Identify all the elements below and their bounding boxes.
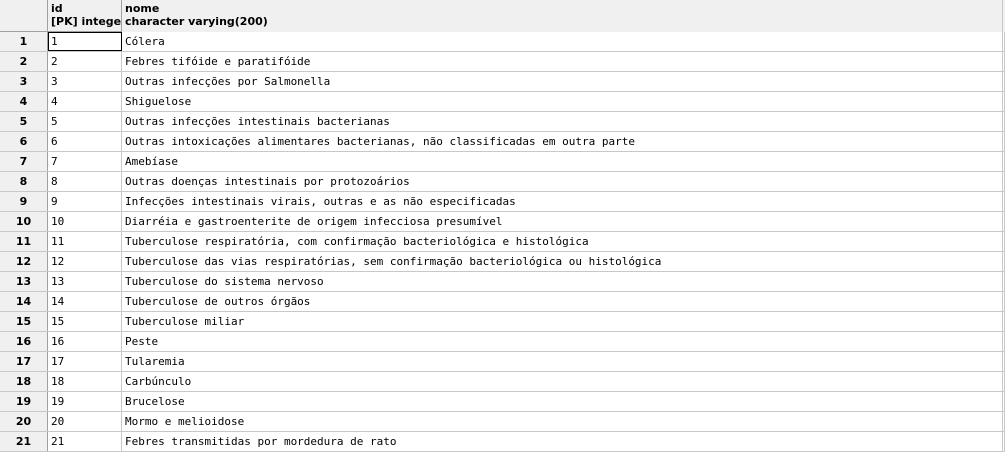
row-number[interactable]: 11 [0, 232, 48, 251]
table-row[interactable]: 4 4 Shiguelose [0, 92, 1005, 112]
table-row[interactable]: 8 8 Outras doenças intestinais por protozo… [0, 172, 1005, 192]
cell-id[interactable]: 21 [48, 432, 122, 451]
table-row[interactable]: 2 2 Febres tifóide e paratifóide [0, 52, 1005, 72]
row-number[interactable]: 18 [0, 372, 48, 391]
row-number[interactable]: 2 [0, 52, 48, 71]
table-row[interactable]: 17 17 Tularemia [0, 352, 1005, 372]
row-number[interactable]: 1 [0, 32, 48, 51]
column-name: id [51, 2, 63, 15]
table-row[interactable]: 10 10 Diarréia e gastroenterite de origem … [0, 212, 1005, 232]
row-number[interactable]: 19 [0, 392, 48, 411]
cell-id[interactable]: 4 [48, 92, 122, 111]
row-number[interactable]: 15 [0, 312, 48, 331]
grid-header: id [PK] integer nome character varying(2… [0, 0, 1005, 32]
cell-id[interactable]: 7 [48, 152, 122, 171]
table-row[interactable]: 16 16 Peste [0, 332, 1005, 352]
cell-id[interactable]: 6 [48, 132, 122, 151]
cell-nome[interactable]: Tularemia [122, 352, 1005, 371]
cell-nome[interactable]: Tuberculose do sistema nervoso [122, 272, 1005, 291]
row-number[interactable]: 4 [0, 92, 48, 111]
row-number[interactable]: 3 [0, 72, 48, 91]
row-number[interactable]: 17 [0, 352, 48, 371]
row-number[interactable]: 9 [0, 192, 48, 211]
table-row[interactable]: 1 1 Cólera [0, 32, 1005, 52]
cell-nome[interactable]: Brucelose [122, 392, 1005, 411]
cell-nome[interactable]: Febres transmitidas por mordedura de rat… [122, 432, 1005, 451]
cell-id[interactable]: 10 [48, 212, 122, 231]
table-row[interactable]: 9 9 Infecções intestinais virais, outras e… [0, 192, 1005, 212]
cell-nome[interactable]: Cólera [122, 32, 1005, 51]
cell-id[interactable]: 1 [48, 32, 122, 51]
row-number[interactable]: 6 [0, 132, 48, 151]
table-row[interactable]: 20 20 Mormo e melioidose [0, 412, 1005, 432]
table-row[interactable]: 14 14 Tuberculose de outros órgãos [0, 292, 1005, 312]
cell-id[interactable]: 9 [48, 192, 122, 211]
cell-id[interactable]: 19 [48, 392, 122, 411]
cell-nome[interactable]: Carbúnculo [122, 372, 1005, 391]
cell-nome[interactable]: Mormo e melioidose [122, 412, 1005, 431]
cell-nome[interactable]: Outras infecções intestinais bacterianas [122, 112, 1005, 131]
row-number[interactable]: 10 [0, 212, 48, 231]
table-row[interactable]: 18 18 Carbúnculo [0, 372, 1005, 392]
table-row[interactable]: 15 15 Tuberculose miliar [0, 312, 1005, 332]
cell-nome[interactable]: Amebíase [122, 152, 1005, 171]
column-header-nome[interactable]: nome character varying(200) [122, 0, 1005, 32]
cell-id[interactable]: 11 [48, 232, 122, 251]
cell-id[interactable]: 14 [48, 292, 122, 311]
table-row[interactable]: 19 19 Brucelose [0, 392, 1005, 412]
table-row[interactable]: 6 6 Outras intoxicações alimentares bacter… [0, 132, 1005, 152]
cell-nome[interactable]: Peste [122, 332, 1005, 351]
cell-id[interactable]: 17 [48, 352, 122, 371]
cell-nome[interactable]: Tuberculose respiratória, com confirmaçã… [122, 232, 1005, 251]
row-number[interactable]: 12 [0, 252, 48, 271]
cell-id[interactable]: 8 [48, 172, 122, 191]
table-row[interactable]: 11 11 Tuberculose respiratória, com confir… [0, 232, 1005, 252]
cell-nome[interactable]: Outras infecções por Salmonella [122, 72, 1005, 91]
cell-id[interactable]: 18 [48, 372, 122, 391]
cell-nome[interactable]: Diarréia e gastroenterite de origem infe… [122, 212, 1005, 231]
row-number[interactable]: 16 [0, 332, 48, 351]
table-row[interactable]: 3 3 Outras infecções por Salmonella [0, 72, 1005, 92]
row-number[interactable]: 14 [0, 292, 48, 311]
row-number[interactable]: 20 [0, 412, 48, 431]
cell-id[interactable]: 13 [48, 272, 122, 291]
row-number[interactable]: 21 [0, 432, 48, 451]
column-type: [PK] integer [51, 15, 122, 28]
table-row[interactable]: 13 13 Tuberculose do sistema nervoso [0, 272, 1005, 292]
select-all-corner[interactable] [0, 0, 48, 32]
cell-nome[interactable]: Outras doenças intestinais por protozoár… [122, 172, 1005, 191]
cell-nome[interactable]: Tuberculose das vias respiratórias, sem … [122, 252, 1005, 271]
column-header-id[interactable]: id [PK] integer [48, 0, 122, 32]
data-grid: id [PK] integer nome character varying(2… [0, 0, 1005, 452]
table-row[interactable]: 5 5 Outras infecções intestinais bacterian… [0, 112, 1005, 132]
cell-nome[interactable]: Shiguelose [122, 92, 1005, 111]
cell-id[interactable]: 16 [48, 332, 122, 351]
cell-nome[interactable]: Outras intoxicações alimentares bacteria… [122, 132, 1005, 151]
row-number[interactable]: 7 [0, 152, 48, 171]
table-row[interactable]: 12 12 Tuberculose das vias respiratórias, … [0, 252, 1005, 272]
column-type: character varying(200) [125, 15, 268, 28]
row-number[interactable]: 13 [0, 272, 48, 291]
cell-id[interactable]: 5 [48, 112, 122, 131]
cell-id[interactable]: 12 [48, 252, 122, 271]
cell-id[interactable]: 3 [48, 72, 122, 91]
cell-id[interactable]: 2 [48, 52, 122, 71]
cell-nome[interactable]: Infecções intestinais virais, outras e a… [122, 192, 1005, 211]
cell-id[interactable]: 15 [48, 312, 122, 331]
row-number[interactable]: 5 [0, 112, 48, 131]
cell-id[interactable]: 20 [48, 412, 122, 431]
grid-body: 1 1 Cólera 2 2 Febres tifóide e paratifóide 3 3… [0, 32, 1005, 452]
column-name: nome [125, 2, 160, 15]
grid-right-border [1002, 0, 1003, 452]
row-number[interactable]: 8 [0, 172, 48, 191]
table-row[interactable]: 21 21 Febres transmitidas por mordedura de… [0, 432, 1005, 452]
table-row[interactable]: 7 7 Amebíase [0, 152, 1005, 172]
cell-nome[interactable]: Febres tifóide e paratifóide [122, 52, 1005, 71]
cell-nome[interactable]: Tuberculose miliar [122, 312, 1005, 331]
cell-nome[interactable]: Tuberculose de outros órgãos [122, 292, 1005, 311]
